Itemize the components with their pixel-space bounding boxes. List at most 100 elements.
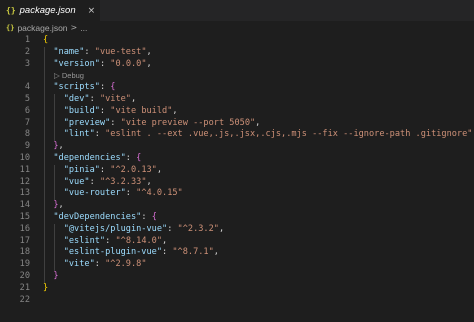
json-punctuation: : [99, 58, 111, 69]
code-line[interactable]: 13 "vue-router": "^4.0.15" [0, 188, 474, 200]
code-text: "name": "vue-test", [43, 46, 152, 59]
json-punctuation [43, 236, 64, 246]
json-punctuation: : [94, 259, 106, 270]
code-text: "version": "0.0.0", [43, 58, 152, 71]
code-line[interactable]: 12 "vue": "^3.2.33", [0, 177, 474, 189]
line-number: 16 [19, 223, 30, 234]
json-punctuation: { [136, 153, 142, 163]
json-key: "dependencies" [53, 153, 126, 163]
code-line[interactable]: 9 }, [0, 141, 474, 153]
line-number: 5 [24, 94, 30, 104]
json-punctuation [43, 94, 64, 104]
tab-label: package.json [19, 5, 76, 16]
json-string: "^3.2.33" [99, 176, 147, 187]
debug-link[interactable]: ▷ Debug [54, 70, 84, 82]
line-number: 1 [24, 35, 30, 45]
code-line[interactable]: 4 "scripts": { [0, 82, 474, 94]
json-string: "^2.0.13" [110, 164, 157, 175]
json-string: "^8.14.0" [115, 235, 163, 246]
json-punctuation: : [99, 164, 111, 175]
json-key: "build" [63, 105, 100, 116]
json-string: "vite build" [110, 105, 173, 116]
code-text: "scripts": { [43, 82, 115, 94]
json-punctuation [43, 188, 64, 198]
json-punctuation: , [146, 46, 152, 57]
json-punctuation: : [84, 46, 95, 57]
code-text: "preview": "vite preview --port 5050", [43, 117, 261, 130]
code-text: "dependencies": { [43, 153, 141, 165]
json-punctuation: , [213, 247, 219, 258]
json-string: "^2.9.8" [105, 259, 147, 270]
line-number: 8 [24, 129, 30, 140]
json-punctuation: : [141, 212, 152, 222]
line-number: 18 [19, 247, 30, 258]
code-line[interactable]: 5 "dev": "vite", [0, 94, 474, 106]
code-text: "eslint-plugin-vue": "^8.7.1", [43, 247, 219, 259]
line-number: 13 [19, 188, 30, 199]
code-line[interactable]: 11 "pinia": "^2.0.13", [0, 165, 474, 177]
json-string: "0.0.0" [110, 58, 147, 69]
json-punctuation: , [218, 223, 225, 234]
json-punctuation: , [146, 58, 152, 69]
json-key: "vite" [63, 259, 95, 270]
code-line[interactable]: 21} [0, 283, 474, 295]
code-line[interactable]: 8 "lint": "eslint . --ext .vue,.js,.jsx,… [0, 129, 474, 141]
line-number: 12 [19, 176, 30, 187]
json-key: "vue" [63, 176, 90, 187]
code-text: } [43, 283, 48, 295]
json-punctuation: { [43, 35, 49, 45]
code-line[interactable]: 18 "eslint-plugin-vue": "^8.7.1", [0, 247, 474, 259]
code-line[interactable]: 19 "vite": "^2.9.8" [0, 259, 474, 271]
json-punctuation [43, 165, 64, 175]
json-punctuation: : [99, 105, 111, 116]
code-line[interactable]: 20 } [0, 271, 474, 283]
json-punctuation [43, 106, 64, 116]
code-line[interactable]: 14 }, [0, 200, 474, 212]
close-icon[interactable]: × [88, 6, 96, 16]
line-number: 10 [19, 153, 30, 163]
indent-guide [54, 164, 56, 201]
code-editor[interactable]: 1{2 "name": "vue-test", 3 "version": "0.0… [0, 35, 474, 322]
code-line[interactable]: 2 "name": "vue-test", [0, 47, 474, 59]
line-number: 17 [19, 235, 30, 246]
json-punctuation: { [151, 212, 157, 222]
code-line[interactable]: 6 "build": "vite build", [0, 106, 474, 118]
indent-guide [54, 223, 56, 271]
json-string: "^8.7.1" [172, 247, 214, 258]
code-text: "vite": "^2.9.8" [43, 259, 147, 271]
tab-package-json[interactable]: {} package.json × [0, 0, 100, 21]
code-line[interactable]: 10 "dependencies": { [0, 153, 474, 165]
line-number: 21 [19, 282, 30, 293]
line-number: 9 [24, 141, 30, 152]
line-number: 15 [19, 212, 30, 222]
json-string: "^2.3.2" [177, 223, 219, 234]
breadcrumb-file[interactable]: package.json [17, 23, 67, 33]
json-string: "vite" [99, 94, 131, 104]
code-text: }, [43, 141, 64, 153]
json-punctuation: , [58, 141, 64, 152]
code-line[interactable]: 1{ [0, 35, 474, 47]
code-line[interactable]: 7 "preview": "vite preview --port 5050", [0, 118, 474, 130]
json-punctuation [43, 177, 64, 187]
json-punctuation [43, 259, 64, 269]
json-punctuation: , [162, 235, 168, 246]
json-punctuation: : [125, 188, 137, 199]
json-key: "preview" [63, 117, 111, 128]
line-number: 7 [24, 117, 30, 128]
code-line[interactable]: 3 "version": "0.0.0", [0, 59, 474, 71]
json-punctuation: : [110, 117, 121, 128]
line-number: 19 [19, 259, 30, 270]
code-text: "pinia": "^2.0.13", [43, 165, 162, 177]
debug-codelens: ▷ Debug [0, 70, 474, 82]
json-key: "version" [53, 58, 100, 69]
code-line[interactable]: 22 [0, 295, 474, 307]
code-text: "build": "vite build", [43, 106, 178, 118]
json-punctuation: : [99, 82, 111, 93]
json-string: "^4.0.15" [136, 188, 183, 199]
json-key: "scripts" [53, 82, 100, 93]
json-key: "devDependencies" [53, 212, 142, 222]
code-line[interactable]: 16 "@vitejs/plugin-vue": "^2.3.2", [0, 224, 474, 236]
code-line[interactable]: 15 "devDependencies": { [0, 212, 474, 224]
breadcrumb-symbol[interactable]: ... [80, 23, 87, 33]
code-line[interactable]: 17 "eslint": "^8.14.0", [0, 236, 474, 248]
